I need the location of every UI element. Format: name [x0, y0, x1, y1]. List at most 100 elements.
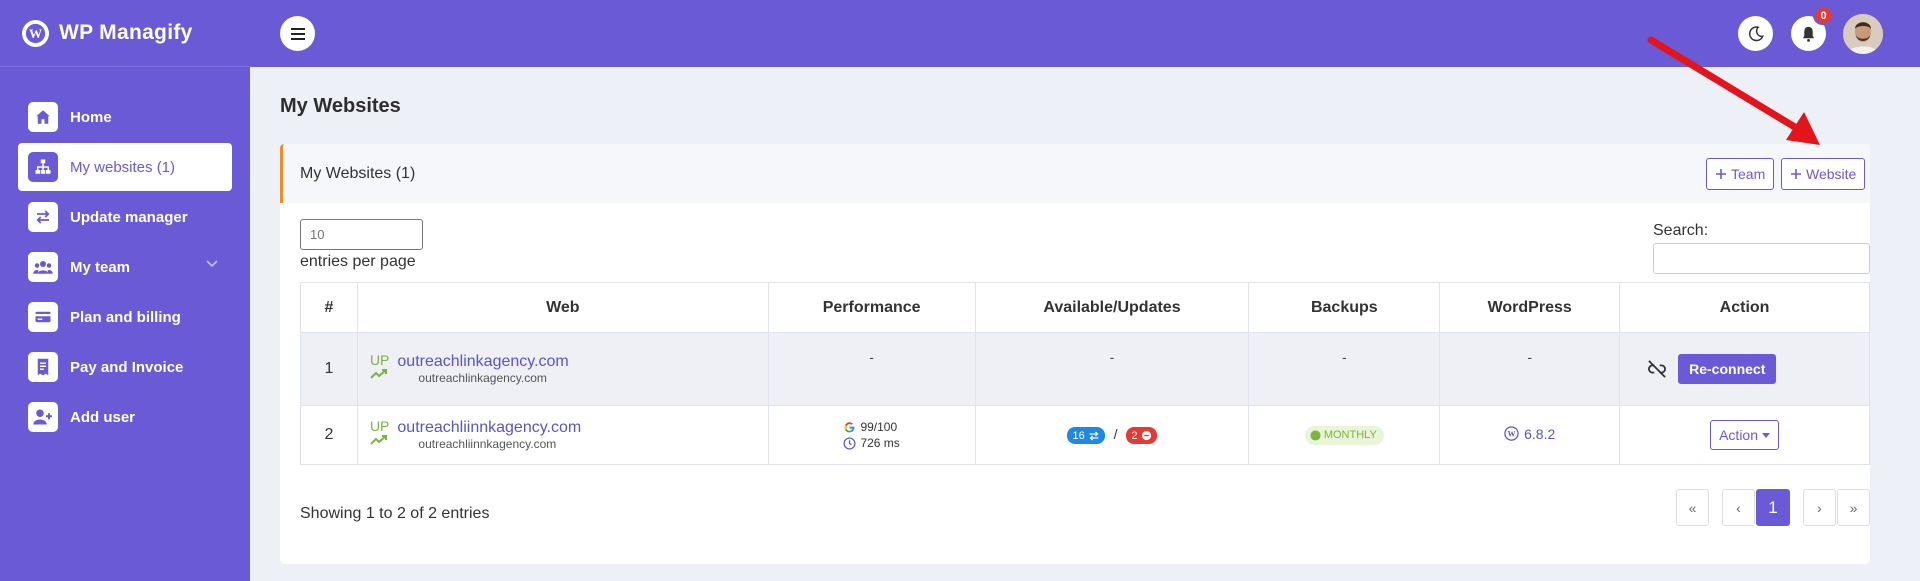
issues-count: 2	[1131, 429, 1138, 442]
status-dot-icon	[1310, 429, 1321, 441]
wordpress-version: 6.8.2	[1524, 425, 1556, 442]
avatar[interactable]	[1843, 14, 1883, 54]
svg-text:W: W	[1508, 430, 1516, 439]
sidebar-item-update-manager[interactable]: Update manager	[18, 193, 232, 241]
bell-icon	[1802, 26, 1815, 42]
wordpress-value: -	[1527, 349, 1533, 365]
swap-icon	[28, 202, 58, 232]
card-header: My Websites (1)	[280, 144, 1870, 203]
website-link[interactable]: outreachliinnkagency.com	[397, 419, 581, 437]
issues-badge[interactable]: 2	[1126, 427, 1157, 445]
action-cell: Action	[1619, 405, 1870, 465]
sidebar-item-home[interactable]: Home	[18, 93, 232, 141]
user-plus-icon	[28, 402, 58, 432]
add-website-label: Website	[1806, 166, 1857, 182]
blocked-icon	[1141, 431, 1151, 441]
website-subdomain: outreachliinnkagency.com	[418, 437, 557, 451]
column-header-num[interactable]: #	[300, 282, 358, 333]
sidebar-item-label: Pay and Invoice	[70, 358, 184, 376]
performance-cell: 99/100 726 ms	[767, 405, 976, 465]
updates-available-count: 16	[1072, 429, 1085, 442]
entries-per-page-input[interactable]	[300, 219, 423, 250]
svg-text:W: W	[29, 25, 42, 40]
status-up-label: UP	[369, 352, 390, 368]
backups-cell: -	[1248, 332, 1441, 406]
sidebar-item-my-team[interactable]: My team	[18, 243, 232, 291]
pagination-last[interactable]: »	[1837, 489, 1870, 526]
user-avatar-icon	[1843, 14, 1883, 54]
sidebar-item-label: Home	[70, 108, 112, 126]
menu-toggle-button[interactable]	[280, 16, 315, 51]
updates-available-badge[interactable]: 16	[1067, 427, 1105, 445]
page-title: My Websites	[280, 95, 401, 117]
sidebar-item-pay-invoice[interactable]: Pay and Invoice	[18, 343, 232, 391]
row-number: 1	[300, 332, 358, 406]
backups-value: -	[1341, 349, 1347, 365]
search-label: Search:	[1653, 222, 1709, 239]
search-input[interactable]	[1653, 243, 1870, 274]
performance-value: -	[869, 349, 874, 365]
dark-mode-toggle[interactable]	[1738, 16, 1773, 51]
action-dropdown-button[interactable]: Action	[1710, 420, 1780, 450]
reconnect-button[interactable]: Re-connect	[1678, 354, 1777, 384]
web-cell: UP outreachliinnkagency.com outreachliin…	[356, 405, 769, 465]
column-header-action[interactable]: Action	[1619, 282, 1870, 333]
column-header-updates[interactable]: Available/Updates	[974, 282, 1250, 333]
table-row: 1 UP outreachlinkagency.com outreachlink…	[300, 332, 1870, 406]
plus-icon	[1716, 169, 1726, 179]
clock-icon	[843, 436, 856, 450]
action-dropdown-label: Action	[1719, 427, 1759, 443]
swap-icon	[1089, 431, 1099, 441]
action-cell: Re-connect	[1619, 332, 1870, 406]
add-team-button[interactable]: Team	[1706, 158, 1775, 190]
users-icon	[28, 252, 58, 282]
column-header-performance[interactable]: Performance	[767, 282, 976, 333]
google-icon	[845, 421, 855, 432]
pagination-next[interactable]: ›	[1803, 489, 1836, 526]
sidebar-item-add-user[interactable]: Add user	[18, 393, 232, 441]
brand-title: WP Managify	[59, 21, 193, 44]
website-link[interactable]: outreachlinkagency.com	[397, 353, 568, 371]
topbar: 0	[250, 0, 1920, 67]
sidebar-item-label: My team	[70, 258, 131, 276]
sidebar-nav: Home My websites (1) Update manager My t…	[0, 67, 250, 441]
pagination-prev[interactable]: ‹	[1722, 489, 1755, 526]
notifications-count-badge: 0	[1813, 6, 1834, 25]
sidebar-item-plan-billing[interactable]: Plan and billing	[18, 293, 232, 341]
add-website-button[interactable]: Website	[1781, 158, 1866, 190]
sidebar-item-label: Add user	[70, 408, 136, 426]
sidebar-item-label: Update manager	[70, 208, 188, 226]
trend-up-icon	[370, 435, 387, 445]
column-header-backups[interactable]: Backups	[1248, 282, 1441, 333]
moon-icon	[1748, 25, 1764, 41]
website-subdomain: outreachlinkagency.com	[418, 371, 547, 385]
broken-link-icon[interactable]	[1646, 360, 1668, 378]
table-row: 2 UP outreachliinnkagency.com outreachli…	[300, 405, 1870, 465]
backup-frequency-label: MONTHLY	[1323, 429, 1377, 441]
websites-card: My Websites (1) Team Website entries per…	[280, 144, 1870, 564]
sitemap-icon	[28, 152, 58, 182]
sidebar-item-label: My websites (1)	[70, 158, 176, 176]
chevron-down-icon	[206, 260, 218, 268]
add-team-label: Team	[1731, 166, 1766, 182]
websites-table: # Web Performance Available/Updates Back…	[300, 282, 1870, 465]
card-title: My Websites (1)	[300, 164, 416, 182]
wordpress-cell: -	[1439, 332, 1621, 406]
entries-per-page-label: entries per page	[300, 253, 416, 270]
receipt-icon	[28, 352, 58, 382]
wordpress-icon: W	[1504, 426, 1519, 441]
sidebar: W WP Managify Home My websites (1) Updat…	[0, 0, 250, 581]
column-header-wordpress[interactable]: WordPress	[1439, 282, 1621, 333]
sidebar-item-my-websites[interactable]: My websites (1)	[18, 143, 232, 191]
wordpress-cell: W 6.8.2	[1439, 405, 1621, 465]
updates-value: -	[1109, 349, 1115, 365]
backups-cell: MONTHLY	[1248, 405, 1441, 465]
trend-up-icon	[370, 369, 387, 379]
pagination-page-1[interactable]: 1	[1756, 489, 1790, 526]
pagination-first[interactable]: «	[1676, 489, 1709, 526]
status-up-label: UP	[369, 418, 390, 434]
sidebar-item-label: Plan and billing	[70, 308, 181, 326]
plus-icon	[1791, 169, 1801, 179]
brand[interactable]: W WP Managify	[0, 0, 250, 67]
column-header-web[interactable]: Web	[356, 282, 769, 333]
